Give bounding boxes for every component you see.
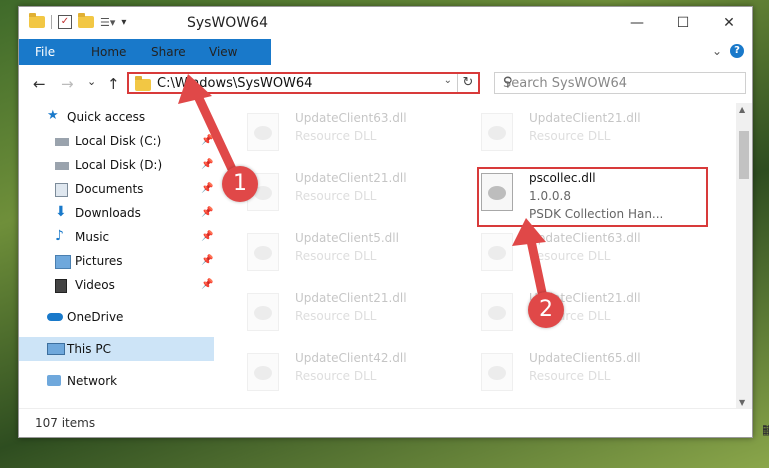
annotation-arrows <box>178 74 549 307</box>
arrow-1-head <box>178 74 212 104</box>
arrow-2-head <box>512 218 546 246</box>
callout-badge-2: 2 <box>528 292 564 328</box>
callout-badge-1: 1 <box>222 166 258 202</box>
